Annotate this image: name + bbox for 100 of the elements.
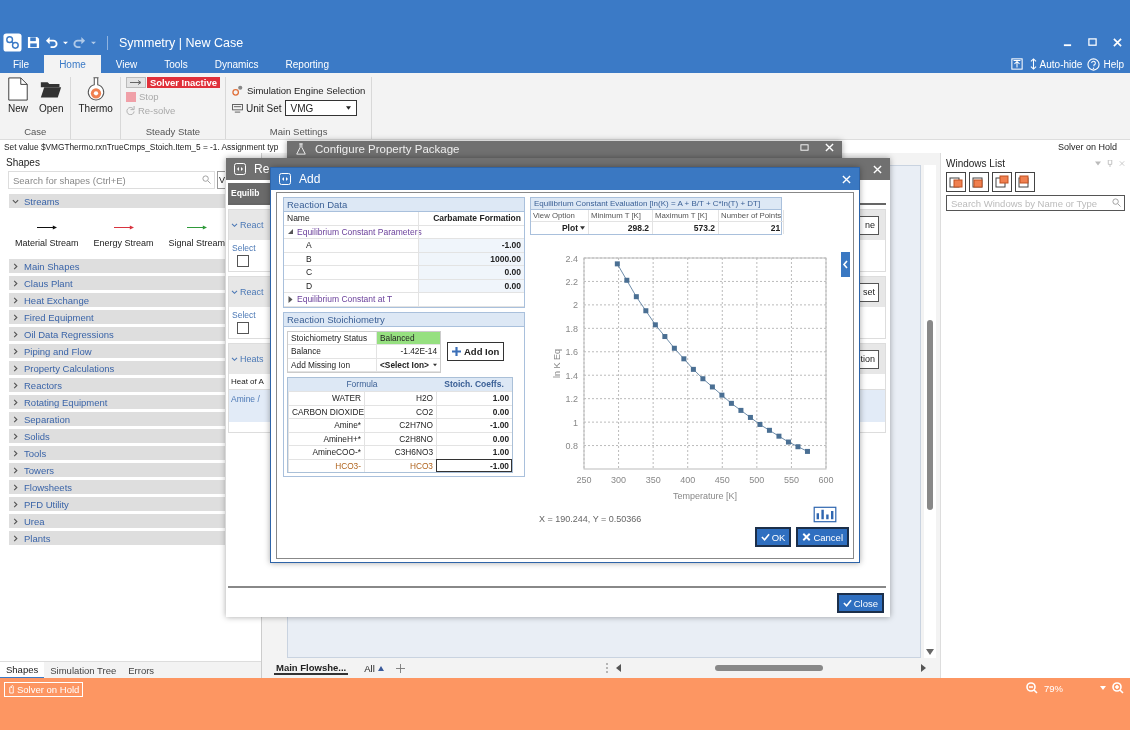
category-header[interactable]: Urea	[24, 515, 45, 527]
category-header[interactable]: Streams	[24, 195, 60, 207]
caret-icon[interactable]	[345, 106, 351, 110]
coefficient-cell[interactable]: 0.00	[436, 431, 512, 445]
coefficient-cell[interactable]: 1.00	[436, 391, 512, 405]
chevron-icon[interactable]	[12, 500, 19, 508]
table-cell[interactable]: 21	[719, 222, 785, 234]
chevron-icon[interactable]	[12, 381, 19, 389]
vertical-scrollbar[interactable]	[924, 165, 936, 658]
chevron-icon[interactable]	[12, 483, 19, 491]
category-header[interactable]: Flowsheets	[24, 481, 73, 493]
chevron-icon[interactable]	[12, 432, 19, 440]
ribbon-tab[interactable]: Reporting	[273, 55, 341, 73]
table-cell[interactable]: 573.2	[653, 222, 719, 234]
ribbon-tab[interactable]: Home	[44, 55, 101, 73]
unit-set-dropdown[interactable]: VMG	[284, 100, 357, 116]
coefficient-cell[interactable]: -1.00	[436, 418, 512, 432]
category-header[interactable]: Towers	[24, 464, 55, 476]
scroll-right-icon[interactable]	[921, 664, 926, 672]
thermo-button[interactable]: Thermo	[78, 103, 113, 114]
chevron-icon[interactable]	[231, 222, 238, 228]
search-field[interactable]: Search Windows by Name or Type	[946, 195, 1125, 211]
ribbon-tab[interactable]: File	[1, 55, 42, 73]
simulation-engine-button[interactable]: Simulation Engine Selection	[247, 85, 366, 96]
chevron-icon[interactable]	[12, 466, 19, 474]
flowsheet-tab[interactable]: Main Flowshe...	[274, 661, 349, 675]
category-header[interactable]: Separation	[24, 413, 70, 425]
category-header[interactable]: Tools	[24, 447, 47, 459]
caret-icon[interactable]	[432, 362, 437, 367]
app-logo-icon[interactable]	[3, 33, 22, 52]
add-icon[interactable]	[395, 663, 405, 673]
expander-icon[interactable]	[287, 228, 294, 236]
coefficient-cell[interactable]: 1.00	[436, 445, 512, 459]
engine-icon[interactable]	[232, 85, 243, 96]
view-option-dropdown[interactable]: Plot	[561, 223, 578, 233]
expander-icon[interactable]	[287, 295, 294, 303]
chevron-icon[interactable]	[12, 330, 19, 338]
collapse-tab[interactable]	[841, 252, 850, 277]
table-cell[interactable]: 298.2	[589, 222, 653, 234]
chevron-icon[interactable]	[12, 398, 19, 406]
ion-dropdown[interactable]: <Select Ion>	[380, 358, 429, 371]
chevron-icon[interactable]	[12, 313, 19, 321]
chevron-icon[interactable]	[12, 279, 19, 287]
new-button[interactable]: New	[8, 103, 28, 114]
maximize-icon[interactable]	[1088, 38, 1097, 47]
window-layout-icon[interactable]	[992, 172, 1012, 192]
chevron-icon[interactable]	[12, 347, 19, 355]
auto-hide-button[interactable]: Auto-hide	[1039, 58, 1083, 70]
scroll-down-icon[interactable]	[926, 649, 934, 655]
ribbon-tab[interactable]: Dynamics	[202, 55, 271, 73]
stream-label[interactable]: Material Stream	[15, 238, 79, 248]
chevron-icon[interactable]	[231, 356, 238, 362]
help-button[interactable]: Help	[1103, 58, 1124, 70]
coefficient-cell[interactable]: -1.00	[436, 458, 512, 472]
maximize-icon[interactable]	[800, 143, 809, 152]
bar-chart-icon[interactable]	[813, 505, 837, 523]
table-cell[interactable]: 0.00	[418, 266, 524, 280]
group-row[interactable]: Equilibrium Constant Parameters	[297, 225, 422, 238]
caret-up-icon[interactable]	[377, 665, 384, 671]
open-button[interactable]: Open	[39, 103, 64, 114]
window-layout-icon[interactable]	[1015, 172, 1035, 192]
group-row[interactable]: Equilibrium Constant at T	[297, 293, 393, 306]
plus-icon[interactable]	[452, 347, 461, 357]
category-header[interactable]: PFD Utility	[24, 498, 69, 510]
category-header[interactable]: Plants	[24, 532, 51, 544]
document-icon[interactable]	[7, 77, 29, 101]
chevron-icon[interactable]	[12, 415, 19, 423]
stream-arrow-icon[interactable]	[35, 225, 58, 230]
table-cell[interactable]	[418, 293, 524, 307]
caret-icon[interactable]	[580, 226, 585, 230]
panel-tab[interactable]: Shapes	[0, 662, 45, 678]
panel-tab[interactable]: Errors	[122, 662, 161, 678]
view-button[interactable]: V	[217, 171, 225, 189]
table-cell[interactable]: -1.00	[418, 239, 524, 253]
chevron-icon[interactable]	[12, 364, 19, 372]
x-icon[interactable]	[802, 533, 812, 541]
check-icon[interactable]	[760, 533, 770, 541]
scroll-left-icon[interactable]	[616, 664, 621, 672]
add-ion-button[interactable]: Add Ion	[447, 342, 505, 362]
filter-dropdown[interactable]: All	[364, 662, 375, 674]
chevron-icon[interactable]	[12, 449, 19, 457]
horizontal-scrollbar[interactable]	[616, 664, 926, 672]
checkbox[interactable]	[237, 255, 249, 267]
save-icon[interactable]	[27, 36, 40, 49]
help-icon[interactable]	[1087, 57, 1101, 71]
chevron-icon[interactable]	[12, 517, 19, 525]
undo-icon[interactable]	[45, 36, 58, 49]
redo-icon[interactable]	[73, 36, 86, 49]
check-icon[interactable]	[842, 599, 852, 607]
checkbox[interactable]	[237, 322, 249, 334]
category-header[interactable]: Reactors	[24, 379, 62, 391]
chevron-icon[interactable]	[12, 197, 19, 205]
chevron-icon[interactable]	[12, 534, 19, 542]
ok-button[interactable]: OK	[754, 527, 792, 547]
stream-label[interactable]: Signal Stream	[168, 238, 225, 248]
chevron-icon[interactable]	[12, 296, 19, 304]
stream-label[interactable]: Energy Stream	[93, 238, 154, 248]
chevron-icon[interactable]	[12, 262, 19, 270]
category-header[interactable]: Solids	[24, 430, 50, 442]
vertical-arrows-icon[interactable]	[1029, 58, 1037, 70]
